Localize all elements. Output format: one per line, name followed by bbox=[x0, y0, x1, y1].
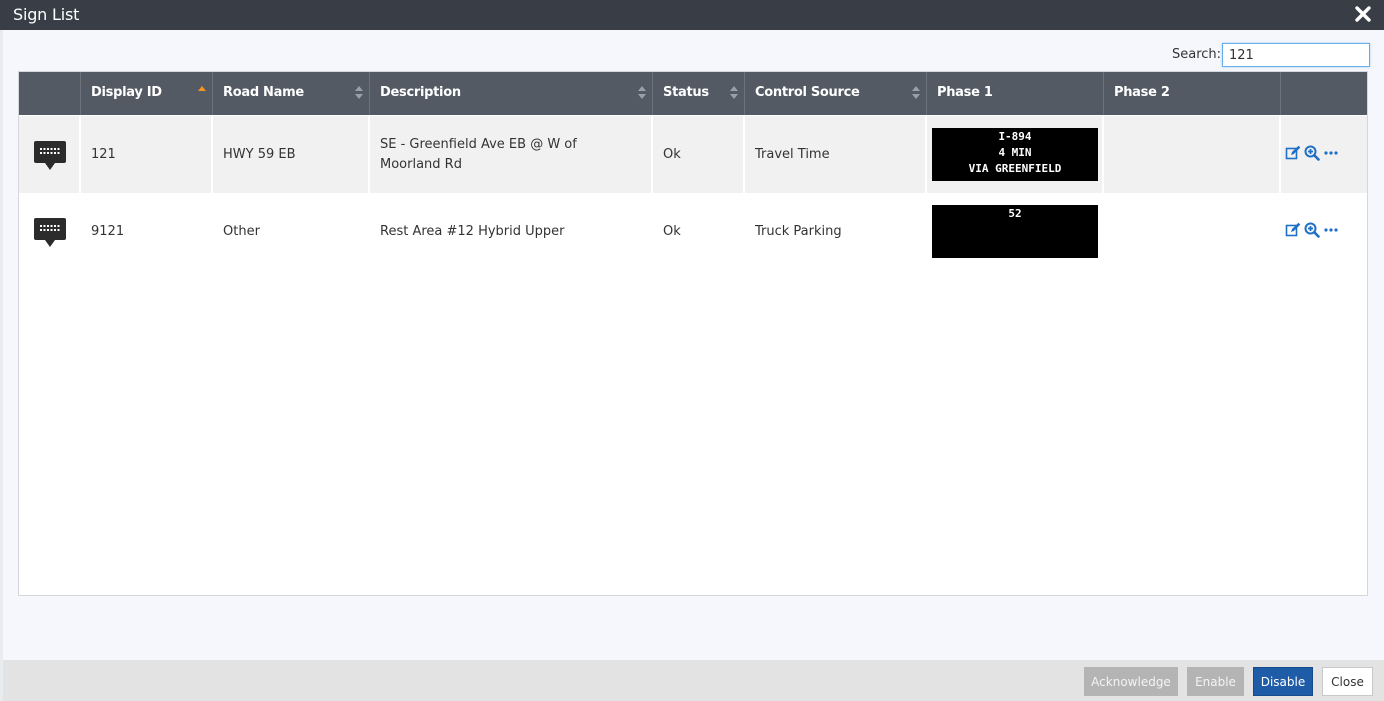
search-label: Search: bbox=[1172, 47, 1222, 62]
column-header-icon bbox=[19, 72, 81, 115]
row-actions bbox=[1285, 222, 1339, 238]
status-cell: Ok bbox=[653, 193, 745, 270]
control-source-cell: Travel Time bbox=[745, 116, 927, 193]
column-header-label: Status bbox=[663, 85, 709, 100]
column-header-display-id[interactable]: Display ID bbox=[81, 72, 213, 115]
control-source-cell: Truck Parking bbox=[745, 193, 927, 270]
column-header-label: Control Source bbox=[755, 85, 860, 100]
table-row[interactable]: 121 HWY 59 EB SE - Greenfield Ave EB @ W… bbox=[19, 116, 1367, 193]
display-id-cell: 9121 bbox=[81, 193, 213, 270]
road-name-cell: Other bbox=[213, 193, 370, 270]
row-actions bbox=[1285, 145, 1339, 161]
dms-line: 52 bbox=[1008, 207, 1022, 220]
column-header-phase2: Phase 2 bbox=[1104, 72, 1281, 115]
dms-line: I-894 bbox=[998, 130, 1032, 143]
sort-icon bbox=[912, 86, 920, 100]
acknowledge-button[interactable]: Acknowledge bbox=[1084, 667, 1178, 696]
table-header: Display ID Road Name Description Status … bbox=[19, 72, 1367, 115]
description-cell: SE - Greenfield Ave EB @ W of Moorland R… bbox=[370, 116, 653, 193]
close-button[interactable]: Close bbox=[1322, 667, 1373, 696]
table-row[interactable]: 9121 Other Rest Area #12 Hybrid Upper Ok… bbox=[19, 193, 1367, 270]
column-header-description[interactable]: Description bbox=[370, 72, 653, 115]
display-id-cell: 121 bbox=[81, 116, 213, 193]
column-header-actions bbox=[1281, 72, 1367, 115]
description-cell: Rest Area #12 Hybrid Upper bbox=[370, 193, 653, 270]
disable-button[interactable]: Disable bbox=[1253, 667, 1313, 696]
message-sign-icon bbox=[34, 218, 66, 247]
dms-line bbox=[932, 238, 1098, 254]
search-input[interactable] bbox=[1222, 43, 1370, 67]
more-options-icon[interactable] bbox=[1323, 145, 1339, 161]
more-options-icon[interactable] bbox=[1323, 222, 1339, 238]
sort-icon bbox=[730, 86, 738, 100]
dms-line: 4 MIN bbox=[998, 146, 1032, 159]
column-header-label: Phase 2 bbox=[1114, 85, 1170, 100]
enable-button[interactable]: Enable bbox=[1187, 667, 1244, 696]
dms-line bbox=[932, 222, 1098, 238]
dms-message-preview: 52 bbox=[932, 205, 1098, 258]
sign-table: Display ID Road Name Description Status … bbox=[18, 71, 1368, 596]
message-sign-icon bbox=[34, 141, 66, 170]
road-name-cell: HWY 59 EB bbox=[213, 116, 370, 193]
column-header-label: Display ID bbox=[91, 85, 162, 100]
phase2-cell bbox=[1104, 193, 1281, 270]
column-header-control-source[interactable]: Control Source bbox=[745, 72, 927, 115]
dms-message-preview: I-894 4 MIN VIA GREENFIELD bbox=[932, 128, 1098, 181]
column-header-status[interactable]: Status bbox=[653, 72, 745, 115]
dialog-title: Sign List bbox=[13, 5, 80, 24]
sort-icon bbox=[355, 86, 363, 100]
edit-icon[interactable] bbox=[1285, 222, 1301, 238]
dms-line: VIA GREENFIELD bbox=[968, 162, 1062, 175]
column-header-phase1: Phase 1 bbox=[927, 72, 1104, 115]
zoom-in-icon[interactable] bbox=[1304, 145, 1320, 161]
edit-icon[interactable] bbox=[1285, 145, 1301, 161]
column-header-label: Description bbox=[380, 85, 461, 100]
sort-icon bbox=[638, 86, 646, 100]
sort-ascending-icon bbox=[198, 86, 206, 92]
status-cell: Ok bbox=[653, 116, 745, 193]
column-header-road-name[interactable]: Road Name bbox=[213, 72, 370, 115]
column-header-label: Road Name bbox=[223, 85, 304, 100]
column-header-label: Phase 1 bbox=[937, 85, 993, 100]
close-icon[interactable] bbox=[1353, 4, 1373, 24]
dialog-titlebar: Sign List bbox=[0, 0, 1384, 30]
phase2-cell bbox=[1104, 116, 1281, 193]
zoom-in-icon[interactable] bbox=[1304, 222, 1320, 238]
